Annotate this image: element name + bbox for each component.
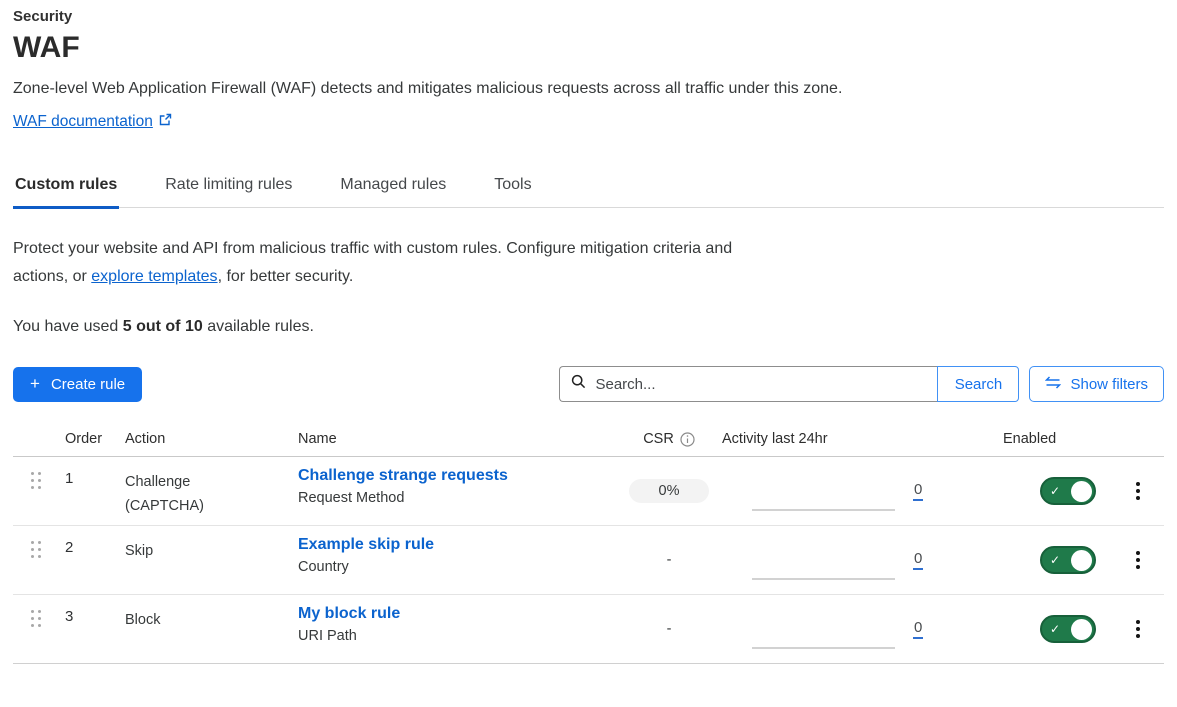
kebab-menu-icon[interactable] <box>1130 545 1146 575</box>
search-button[interactable]: Search <box>937 366 1019 402</box>
breadcrumb: Security <box>13 8 1164 25</box>
external-link-icon <box>159 113 172 131</box>
tab-tools[interactable]: Tools <box>492 166 533 209</box>
toggle-knob <box>1071 619 1092 640</box>
rule-name-link[interactable]: My block rule <box>298 605 400 622</box>
rules-table: Order Action Name CSR Activity last 24hr… <box>13 425 1164 664</box>
rule-action: Skip <box>119 526 219 563</box>
rule-name-link[interactable]: Challenge strange requests <box>298 467 508 484</box>
search-group: Search Show filters <box>559 366 1164 402</box>
rule-csr-cell: - <box>622 621 716 637</box>
column-header-action: Action <box>119 431 292 447</box>
table-row: 2 Skip Example skip rule Country - 0 ✓ <box>13 526 1164 595</box>
create-rule-label: Create rule <box>51 376 125 393</box>
csr-header-label: CSR <box>643 431 674 447</box>
show-filters-label: Show filters <box>1070 376 1148 393</box>
rule-expression: URI Path <box>298 628 622 644</box>
toggle-knob <box>1071 481 1092 502</box>
doc-link-label: WAF documentation <box>13 113 153 131</box>
rule-name-cell: Challenge strange requests Request Metho… <box>292 457 622 506</box>
usage-prefix: You have used <box>13 318 123 335</box>
tab-rate-limiting-rules[interactable]: Rate limiting rules <box>163 166 294 209</box>
tab-custom-rules[interactable]: Custom rules <box>13 166 119 209</box>
rule-action: Challenge (CAPTCHA) <box>119 457 219 518</box>
csr-badge: 0% <box>629 479 709 503</box>
activity-sparkline <box>752 647 895 649</box>
tab-bar: Custom rules Rate limiting rules Managed… <box>13 166 1164 208</box>
rule-enabled-cell: ✓ <box>997 615 1112 643</box>
toggle-check-icon: ✓ <box>1050 485 1060 497</box>
rule-order: 3 <box>59 595 119 625</box>
kebab-menu-icon[interactable] <box>1130 476 1146 506</box>
rule-order: 1 <box>59 457 119 487</box>
enabled-toggle[interactable]: ✓ <box>1040 615 1096 643</box>
column-header-csr: CSR <box>622 431 716 447</box>
page-title: WAF <box>13 31 1164 65</box>
activity-count-link[interactable]: 0 <box>913 550 923 570</box>
search-icon <box>571 374 586 394</box>
section-intro: Protect your website and API from malici… <box>13 235 748 291</box>
toggle-check-icon: ✓ <box>1050 554 1060 566</box>
swap-arrows-icon <box>1045 376 1061 393</box>
rule-csr-cell: 0% <box>622 479 716 503</box>
rule-enabled-cell: ✓ <box>997 546 1112 574</box>
row-handle-cell <box>13 526 59 558</box>
rule-csr-cell: - <box>622 552 716 568</box>
page-description: Zone-level Web Application Firewall (WAF… <box>13 80 1164 98</box>
activity-count-link[interactable]: 0 <box>913 619 923 639</box>
csr-info-icon[interactable] <box>680 432 695 447</box>
column-header-name: Name <box>292 431 622 447</box>
waf-documentation-link[interactable]: WAF documentation <box>13 113 172 131</box>
toggle-check-icon: ✓ <box>1050 623 1060 635</box>
csr-value: - <box>667 621 672 637</box>
csr-value: - <box>667 552 672 568</box>
create-rule-button[interactable]: + Create rule <box>13 367 142 402</box>
toolbar: + Create rule Search <box>13 366 1164 402</box>
usage-suffix: available rules. <box>203 318 314 335</box>
toggle-knob <box>1071 550 1092 571</box>
rule-activity-cell: 0 <box>716 526 997 594</box>
usage-count: 5 out of 10 <box>123 318 203 335</box>
rule-name-link[interactable]: Example skip rule <box>298 536 434 553</box>
column-header-enabled: Enabled <box>997 431 1112 447</box>
rule-name-cell: My block rule URI Path <box>292 595 622 644</box>
drag-handle-icon[interactable] <box>31 610 43 627</box>
activity-count-link[interactable]: 0 <box>913 481 923 501</box>
tab-managed-rules[interactable]: Managed rules <box>338 166 448 209</box>
search-box <box>559 366 937 402</box>
row-handle-cell <box>13 457 59 489</box>
waf-page: Security WAF Zone-level Web Application … <box>0 0 1177 664</box>
drag-handle-icon[interactable] <box>31 541 43 558</box>
explore-templates-link[interactable]: explore templates <box>91 268 217 285</box>
rule-enabled-cell: ✓ <box>997 477 1112 505</box>
drag-handle-icon[interactable] <box>31 472 43 489</box>
rule-action: Block <box>119 595 219 632</box>
column-header-activity: Activity last 24hr <box>716 431 997 447</box>
kebab-menu-icon[interactable] <box>1130 614 1146 644</box>
table-row: 1 Challenge (CAPTCHA) Challenge strange … <box>13 457 1164 526</box>
enabled-toggle[interactable]: ✓ <box>1040 477 1096 505</box>
plus-icon: + <box>30 374 40 394</box>
rule-name-cell: Example skip rule Country <box>292 526 622 575</box>
rule-expression: Country <box>298 559 622 575</box>
table-header-row: Order Action Name CSR Activity last 24hr… <box>13 425 1164 457</box>
rule-order: 2 <box>59 526 119 556</box>
show-filters-button[interactable]: Show filters <box>1029 366 1164 402</box>
column-header-order: Order <box>59 431 119 447</box>
rules-usage: You have used 5 out of 10 available rule… <box>13 318 1164 336</box>
enabled-toggle[interactable]: ✓ <box>1040 546 1096 574</box>
intro-text-after: , for better security. <box>218 268 354 285</box>
row-handle-cell <box>13 595 59 627</box>
activity-sparkline <box>752 578 895 580</box>
search-input[interactable] <box>595 376 926 393</box>
rule-expression: Request Method <box>298 490 622 506</box>
table-row: 3 Block My block rule URI Path - 0 ✓ <box>13 595 1164 664</box>
rule-activity-cell: 0 <box>716 457 997 525</box>
activity-sparkline <box>752 509 895 511</box>
rule-activity-cell: 0 <box>716 595 997 663</box>
